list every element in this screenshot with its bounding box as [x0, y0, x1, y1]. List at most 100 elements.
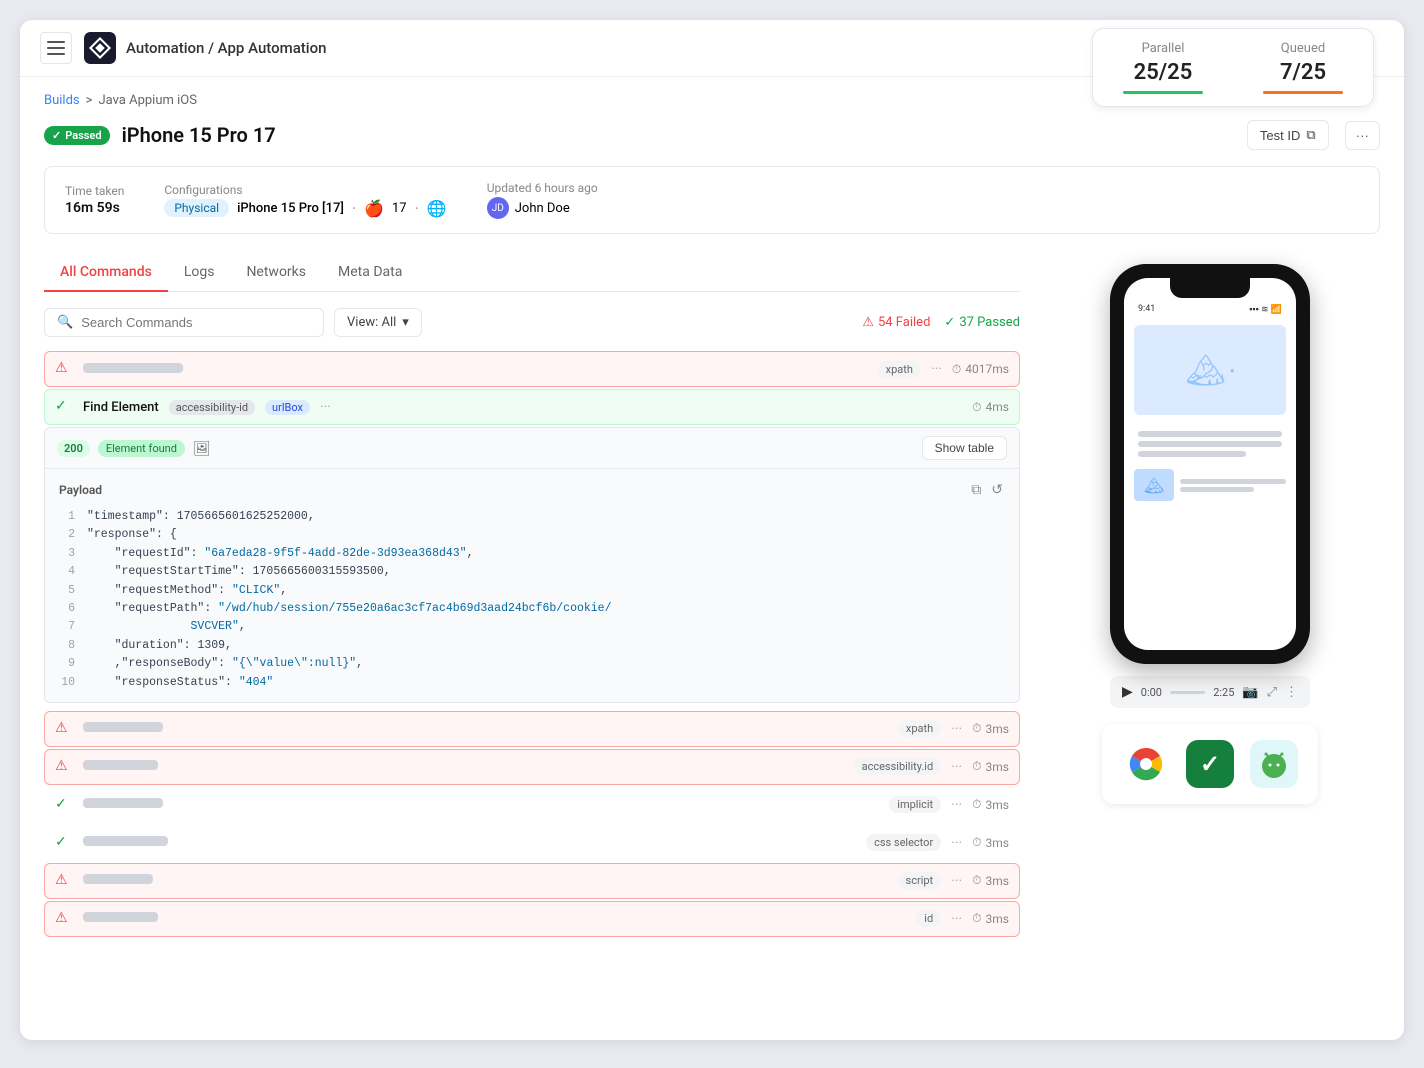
- code-line-7: 7 SVCVER",: [59, 618, 1005, 636]
- total-time: 2:25: [1213, 686, 1234, 699]
- phone-container: 9:41 ▪▪▪ ≋ 📶 🏔 ●: [1040, 254, 1380, 814]
- queued-bar: [1263, 91, 1343, 94]
- mountain-icon: 🏔: [1185, 351, 1226, 389]
- warning-icon-4: ⚠: [55, 758, 73, 776]
- test-id-label: Test ID: [1260, 128, 1300, 143]
- image-icon-button[interactable]: 🖼: [193, 440, 211, 457]
- check-icon: ✓: [52, 129, 61, 142]
- video-progress-bar[interactable]: [1170, 691, 1205, 694]
- app-icon-android[interactable]: [1250, 740, 1298, 788]
- copy-payload-button[interactable]: ⧉: [969, 479, 983, 500]
- config-chips: Physical iPhone 15 Pro [17] · 🍎 17 · 🌐: [164, 199, 446, 218]
- phone-small-lines: [1180, 479, 1286, 492]
- more-icon-3[interactable]: ···: [951, 721, 962, 737]
- phone-small-image: 🏔: [1134, 469, 1174, 501]
- code-line-10: 10 "responseStatus": "404": [59, 674, 1005, 692]
- payload-header: Payload ⧉ ↺: [59, 479, 1005, 500]
- command-row-3[interactable]: ⚠ xpath ··· ⏱3ms: [44, 711, 1020, 747]
- screenshot-icon[interactable]: 📷: [1242, 685, 1258, 700]
- more-icon-4[interactable]: ···: [951, 759, 962, 775]
- breadcrumb-builds[interactable]: Builds: [44, 93, 80, 108]
- breadcrumb-current: Java Appium iOS: [98, 93, 197, 108]
- tab-logs[interactable]: Logs: [168, 254, 231, 292]
- updated-label: Updated 6 hours ago: [487, 181, 598, 195]
- user-row: JD John Doe: [487, 197, 598, 219]
- more-icon-8[interactable]: ···: [951, 911, 962, 927]
- more-icon-7[interactable]: ···: [951, 873, 962, 889]
- logo-icon: [84, 32, 116, 64]
- device-name: iPhone 15 Pro [17]: [237, 201, 344, 216]
- warning-icon: ⚠: [862, 315, 874, 330]
- app-icon-green-check[interactable]: ✓: [1186, 740, 1234, 788]
- payload-area: Payload ⧉ ↺ 1"timestamp": 17056656016252…: [45, 469, 1019, 702]
- more-video-icon[interactable]: ⋮: [1285, 685, 1298, 700]
- parallel-label: Parallel: [1123, 41, 1203, 56]
- command-row-8[interactable]: ⚠ id ··· ⏱3ms: [44, 901, 1020, 937]
- cmd-time-6: ⏱3ms: [972, 835, 1009, 850]
- phone-frame: 9:41 ▪▪▪ ≋ 📶 🏔 ●: [1110, 264, 1310, 664]
- header-title: Automation / App Automation: [126, 39, 326, 57]
- code-line-2: 2"response": {: [59, 526, 1005, 544]
- more-icon-2[interactable]: ···: [320, 399, 331, 415]
- code-line-6: 6 "requestPath": "/wd/hub/session/755e20…: [59, 600, 1005, 618]
- phone-screen: 9:41 ▪▪▪ ≋ 📶 🏔 ●: [1124, 278, 1296, 650]
- warning-icon: ⚠: [55, 360, 73, 378]
- passed-count: ✓ 37 Passed: [944, 315, 1020, 330]
- play-button[interactable]: ▶: [1122, 684, 1133, 700]
- more-icon-5[interactable]: ···: [951, 797, 962, 813]
- parallel-stat: Parallel 25/25: [1123, 41, 1203, 94]
- more-options-button[interactable]: ···: [1345, 121, 1380, 150]
- apple-icon: 🍎: [364, 199, 384, 218]
- ios-version: 17: [392, 201, 407, 216]
- queued-label: Queued: [1263, 41, 1343, 56]
- cmd-tag-5: implicit: [889, 796, 941, 813]
- tab-all-commands[interactable]: All Commands: [44, 254, 168, 292]
- two-column-layout: All Commands Logs Networks Meta Data 🔍 V…: [44, 254, 1380, 939]
- check-icon-5: ✓: [55, 796, 73, 814]
- tab-meta-data[interactable]: Meta Data: [322, 254, 418, 292]
- search-input-wrap[interactable]: 🔍: [44, 308, 324, 337]
- configurations: Configurations Physical iPhone 15 Pro [1…: [164, 183, 446, 218]
- app-icons-card: ✓: [1102, 724, 1318, 804]
- expand-icon[interactable]: ⤢: [1267, 685, 1277, 700]
- test-id-button[interactable]: Test ID ⧉: [1247, 120, 1329, 150]
- command-row-5[interactable]: ✓ implicit ··· ⏱3ms: [44, 787, 1020, 823]
- command-row-7[interactable]: ⚠ script ··· ⏱3ms: [44, 863, 1020, 899]
- chevron-down-icon: ▾: [402, 315, 409, 330]
- more-icon-6[interactable]: ···: [951, 835, 962, 851]
- show-table-button[interactable]: Show table: [922, 436, 1007, 460]
- cmd-time-7: ⏱3ms: [972, 873, 1009, 888]
- failed-count: ⚠ 54 Failed: [862, 315, 930, 330]
- refresh-payload-button[interactable]: ↺: [989, 479, 1005, 500]
- passed-badge: ✓ Passed: [44, 126, 110, 145]
- check-icon: ✓: [944, 315, 955, 330]
- queued-value: 7/25: [1263, 60, 1343, 85]
- tag-url-box: urlBox: [265, 400, 310, 415]
- command-row-find-element[interactable]: ✓ Find Element accessibility-id urlBox ·…: [44, 389, 1020, 425]
- hamburger-menu[interactable]: [40, 32, 72, 64]
- commands-panel: All Commands Logs Networks Meta Data 🔍 V…: [44, 254, 1020, 939]
- cmd-time-4: ⏱3ms: [972, 759, 1009, 774]
- search-icon: 🔍: [57, 315, 73, 330]
- search-row: 🔍 View: All ▾ ⚠ 54 Failed ✓: [44, 308, 1020, 337]
- breadcrumb-separator: >: [86, 93, 93, 108]
- cmd-tag-3: xpath: [898, 720, 941, 737]
- command-row-1[interactable]: ⚠ xpath ··· ⏱4017ms: [44, 351, 1020, 387]
- code-line-8: 8 "duration": 1309,: [59, 637, 1005, 655]
- expanded-area: 200 Element found 🖼 Show table Payload ⧉…: [44, 427, 1020, 703]
- command-row-6[interactable]: ✓ css selector ··· ⏱3ms: [44, 825, 1020, 861]
- code-line-5: 5 "requestMethod": "CLICK",: [59, 582, 1005, 600]
- command-row-4[interactable]: ⚠ accessibility.id ··· ⏱3ms: [44, 749, 1020, 785]
- tag-accessibility-id: accessibility-id: [169, 400, 255, 415]
- app-icon-pinwheel[interactable]: [1122, 740, 1170, 788]
- search-input[interactable]: [81, 315, 311, 330]
- more-icon-1[interactable]: ···: [931, 361, 942, 377]
- time-label: Time taken: [65, 184, 124, 198]
- current-time: 0:00: [1141, 686, 1162, 699]
- view-dropdown[interactable]: View: All ▾: [334, 308, 422, 337]
- tab-networks[interactable]: Networks: [230, 254, 322, 292]
- cmd-time-2: ⏱4ms: [972, 400, 1009, 415]
- header: Automation / App Automation Parallel 25/…: [20, 20, 1404, 77]
- warning-icon-8: ⚠: [55, 910, 73, 928]
- phone-notch: [1170, 278, 1250, 298]
